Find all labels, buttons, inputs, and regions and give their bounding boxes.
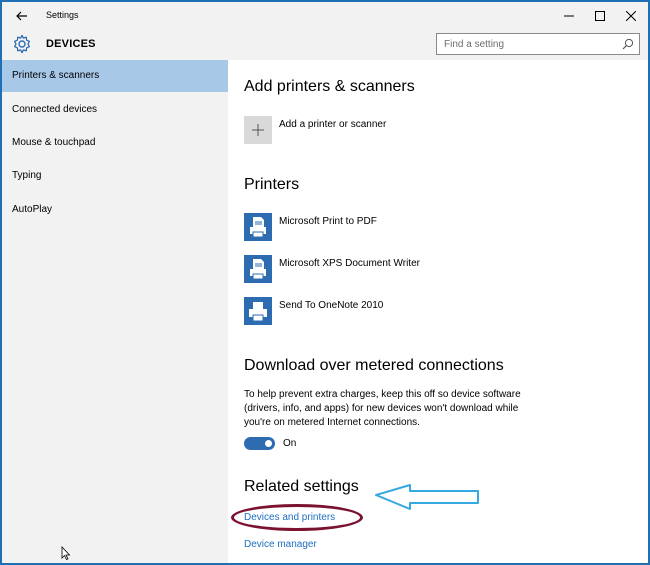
pdf-printer-icon [244,213,272,241]
printer-item-label[interactable]: Microsoft XPS Document Writer [279,258,420,269]
maximize-icon [595,11,605,21]
mouse-cursor-icon [61,546,71,560]
xps-printer-icon [244,255,272,283]
search-icon[interactable] [622,38,634,50]
sidebar-item-printers-scanners[interactable]: Printers & scanners [2,60,228,92]
add-printer-button[interactable] [244,116,272,144]
sidebar: Printers & scanners Connected devices Mo… [2,60,228,563]
metered-toggle[interactable] [244,437,275,450]
sidebar-item-typing[interactable]: Typing [2,160,228,192]
toggle-state-label: On [283,438,297,449]
metered-heading: Download over metered connections [244,357,504,374]
window-title: Settings [46,10,79,20]
plus-icon [252,124,264,136]
add-section-heading: Add printers & scanners [244,78,415,95]
page-title: DEVICES [46,38,96,50]
sidebar-item-connected-devices[interactable]: Connected devices [2,94,228,126]
metered-description: To help prevent extra charges, keep this… [244,389,521,428]
search-box[interactable] [436,33,640,55]
back-arrow-icon [16,11,27,21]
add-printer-label[interactable]: Add a printer or scanner [279,119,386,130]
sidebar-item-autoplay[interactable]: AutoPlay [2,194,228,226]
annotation-ellipse [231,504,363,531]
title-bar: Settings [2,2,648,30]
settings-window: Settings DEVICES Find a setting Printers… [0,0,650,565]
device-manager-link[interactable]: Device manager [244,539,317,550]
sidebar-item-mouse-touchpad[interactable]: Mouse & touchpad [2,127,228,159]
printer-item-label[interactable]: Microsoft Print to PDF [279,216,377,227]
gear-icon [13,34,31,54]
printer-icon [244,297,272,325]
printers-heading: Printers [244,176,300,193]
close-button[interactable] [616,2,646,30]
back-button[interactable] [8,4,36,28]
maximize-button[interactable] [585,2,615,30]
toggle-knob [265,440,272,447]
page-header: DEVICES [2,30,648,60]
minimize-icon [564,15,574,17]
search-input[interactable] [437,34,615,54]
related-settings-heading: Related settings [244,478,359,495]
annotation-arrow [375,484,479,510]
minimize-button[interactable] [554,2,584,30]
printer-item-label[interactable]: Send To OneNote 2010 [279,300,383,311]
close-icon [626,11,636,21]
